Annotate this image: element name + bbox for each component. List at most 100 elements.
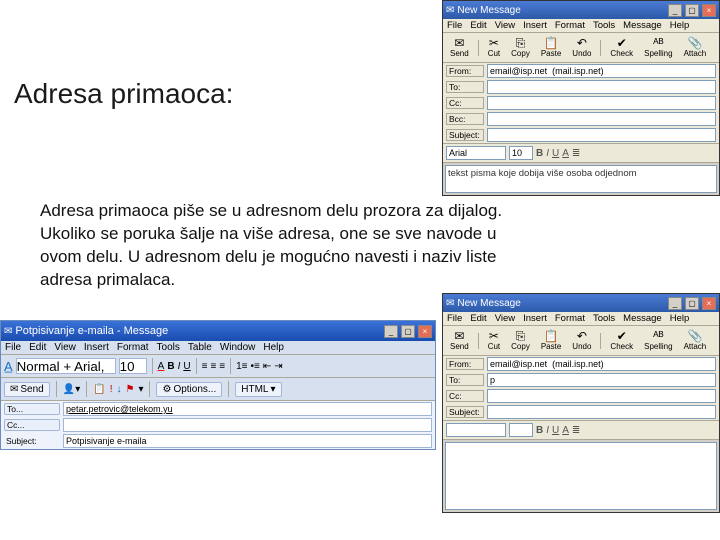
list-icon[interactable]: ≣: [572, 425, 580, 436]
minimize-button[interactable]: _: [384, 325, 398, 338]
italic-icon[interactable]: I: [546, 148, 549, 159]
menu-insert[interactable]: Insert: [84, 342, 109, 353]
menu-help[interactable]: Help: [670, 313, 690, 324]
list-icon[interactable]: ≣: [572, 148, 580, 159]
subject-field[interactable]: [487, 128, 716, 142]
paste-button[interactable]: 📋Paste: [537, 35, 565, 60]
undo-button[interactable]: ↶Undo: [568, 328, 595, 353]
followup-icon[interactable]: ▾: [138, 384, 143, 395]
accounts-icon[interactable]: 👤▾: [63, 384, 80, 395]
fontcolor-icon[interactable]: A: [562, 148, 569, 159]
italic-icon[interactable]: I: [546, 425, 549, 436]
bold-icon[interactable]: B: [536, 148, 543, 159]
cc-label[interactable]: Cc:: [446, 390, 484, 402]
subject-field[interactable]: [63, 434, 432, 448]
menu-insert[interactable]: Insert: [523, 20, 547, 31]
check-button[interactable]: ✔Check: [606, 35, 637, 60]
titlebar[interactable]: ✉ Potpisivanje e-maila - Message _ ▢ ×: [1, 321, 435, 341]
menu-edit[interactable]: Edit: [29, 342, 46, 353]
spelling-button[interactable]: ᴬᴮSpelling: [640, 35, 676, 60]
font-select[interactable]: [446, 423, 506, 437]
fontsize-select[interactable]: [119, 358, 147, 374]
message-body[interactable]: tekst pisma koje dobija više osoba odjed…: [445, 165, 717, 193]
align-center-icon[interactable]: ≡: [210, 361, 216, 372]
subject-field[interactable]: [487, 405, 716, 419]
bcc-label[interactable]: Bcc:: [446, 113, 484, 125]
bullet-list-icon[interactable]: •≡: [251, 361, 260, 372]
menu-edit[interactable]: Edit: [470, 20, 486, 31]
titlebar[interactable]: ✉ New Message _ ▢ ×: [443, 1, 719, 19]
from-field[interactable]: [487, 64, 716, 78]
menu-view[interactable]: View: [495, 313, 515, 324]
indent-icon[interactable]: ⇥: [274, 361, 282, 372]
menu-file[interactable]: File: [5, 342, 21, 353]
menu-tools[interactable]: Tools: [593, 20, 615, 31]
align-left-icon[interactable]: ≡: [202, 361, 208, 372]
cc-button[interactable]: Cc...: [4, 419, 60, 431]
menu-message[interactable]: Message: [623, 20, 662, 31]
flag-icon[interactable]: ⚑: [125, 384, 134, 395]
close-button[interactable]: ×: [702, 297, 716, 310]
message-body[interactable]: [445, 442, 717, 510]
minimize-button[interactable]: _: [668, 4, 682, 17]
maximize-button[interactable]: ▢: [685, 297, 699, 310]
send-button[interactable]: ✉Send: [446, 35, 473, 60]
menu-edit[interactable]: Edit: [470, 313, 486, 324]
copy-button[interactable]: ⎘Copy: [507, 35, 534, 60]
cc-label[interactable]: Cc:: [446, 97, 484, 109]
cut-button[interactable]: ✂Cut: [484, 328, 504, 353]
menu-file[interactable]: File: [447, 313, 462, 324]
menu-insert[interactable]: Insert: [523, 313, 547, 324]
fontsize-select[interactable]: [509, 146, 533, 160]
spelling-button[interactable]: ᴬᴮSpelling: [640, 328, 676, 353]
cc-field[interactable]: [487, 96, 716, 110]
underline-icon[interactable]: U: [183, 361, 190, 372]
style-select[interactable]: [16, 358, 116, 374]
underline-icon[interactable]: U: [552, 425, 559, 436]
importance-high-icon[interactable]: !: [110, 384, 113, 395]
html-format-select[interactable]: HTML▾: [235, 382, 281, 397]
menu-tools[interactable]: Tools: [157, 342, 180, 353]
minimize-button[interactable]: _: [668, 297, 682, 310]
close-button[interactable]: ×: [702, 4, 716, 17]
menu-window[interactable]: Window: [220, 342, 256, 353]
check-button[interactable]: ✔Check: [606, 328, 637, 353]
fontsize-select[interactable]: [509, 423, 533, 437]
undo-button[interactable]: ↶Undo: [568, 35, 595, 60]
options-button[interactable]: ⚙ Options...: [156, 382, 222, 397]
menu-help[interactable]: Help: [263, 342, 284, 353]
menu-format[interactable]: Format: [555, 20, 585, 31]
menu-tools[interactable]: Tools: [593, 313, 615, 324]
maximize-button[interactable]: ▢: [401, 325, 415, 338]
menu-file[interactable]: File: [447, 20, 462, 31]
to-field[interactable]: [487, 373, 716, 387]
menu-help[interactable]: Help: [670, 20, 690, 31]
fontcolor-icon[interactable]: A: [158, 361, 165, 372]
attach-button[interactable]: 📎Attach: [680, 35, 711, 60]
font-select[interactable]: [446, 146, 506, 160]
to-field[interactable]: [487, 80, 716, 94]
menu-view[interactable]: View: [495, 20, 515, 31]
menu-format[interactable]: Format: [555, 313, 585, 324]
to-button[interactable]: To...: [4, 403, 60, 415]
underline-icon[interactable]: U: [552, 148, 559, 159]
titlebar[interactable]: ✉ New Message _ ▢ ×: [443, 294, 719, 312]
paste-icon[interactable]: 📋: [93, 384, 105, 395]
copy-button[interactable]: ⎘Copy: [507, 328, 534, 353]
bold-icon[interactable]: B: [536, 425, 543, 436]
menu-table[interactable]: Table: [188, 342, 212, 353]
menu-message[interactable]: Message: [623, 313, 662, 324]
cc-field[interactable]: [63, 418, 432, 432]
bcc-field[interactable]: [487, 112, 716, 126]
send-button[interactable]: ✉Send: [446, 328, 473, 353]
cut-button[interactable]: ✂Cut: [484, 35, 504, 60]
bold-icon[interactable]: B: [167, 361, 174, 372]
menu-view[interactable]: View: [54, 342, 76, 353]
fontcolor-icon[interactable]: A: [562, 425, 569, 436]
italic-icon[interactable]: I: [178, 361, 181, 372]
maximize-button[interactable]: ▢: [685, 4, 699, 17]
from-field[interactable]: [487, 357, 716, 371]
close-button[interactable]: ×: [418, 325, 432, 338]
paste-button[interactable]: 📋Paste: [537, 328, 565, 353]
to-label[interactable]: To:: [446, 81, 484, 93]
